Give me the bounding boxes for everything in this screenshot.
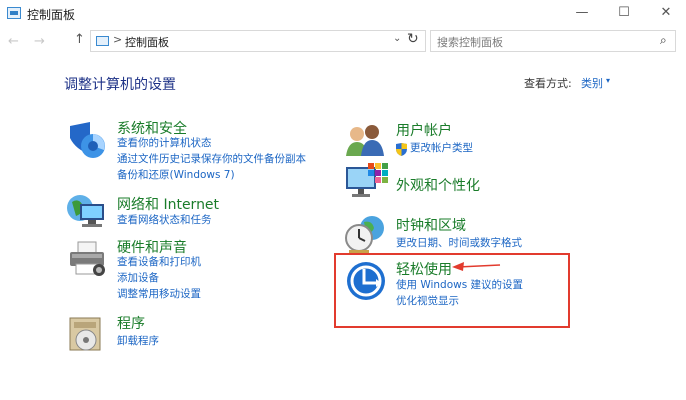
link-mobility-settings[interactable]: 调整常用移动设置 (117, 286, 201, 302)
page-title: 调整计算机的设置 (64, 77, 176, 93)
category-network-internet[interactable]: 网络和 Internet (117, 194, 219, 214)
maximize-button[interactable]: ☐ (612, 4, 636, 22)
window-title: 控制面板 (27, 8, 76, 22)
link-uninstall-program[interactable]: 卸载程序 (117, 333, 159, 349)
category-clock-region[interactable]: 时钟和区域 (396, 215, 466, 235)
up-button[interactable]: ↑ (74, 32, 85, 47)
category-user-accounts[interactable]: 用户帐户 (396, 120, 452, 140)
search-placeholder: 搜索控制面板 (437, 36, 503, 49)
refresh-icon[interactable]: ↻ (407, 31, 419, 47)
printer-icon[interactable] (66, 240, 108, 284)
search-icon[interactable]: ⌕ (660, 33, 667, 48)
link-view-computer-status[interactable]: 查看你的计算机状态 (117, 135, 212, 151)
forward-button[interactable]: → (34, 34, 45, 49)
breadcrumb-control-panel[interactable]: 控制面板 (125, 34, 169, 50)
uac-shield-icon (396, 141, 407, 160)
link-change-date-time-format[interactable]: 更改日期、时间或数字格式 (396, 235, 522, 251)
view-by-dropdown[interactable]: 类别 (581, 75, 603, 91)
link-add-device[interactable]: 添加设备 (117, 270, 159, 286)
program-disc-icon[interactable] (66, 314, 106, 358)
shield-icon[interactable] (66, 120, 108, 166)
back-button[interactable]: ← (8, 34, 19, 49)
minimize-button[interactable]: — (570, 4, 594, 22)
category-appearance-personalization[interactable]: 外观和个性化 (396, 175, 480, 195)
breadcrumb-separator[interactable]: > (113, 33, 122, 46)
address-control-panel-icon (96, 36, 109, 46)
control-panel-icon (7, 7, 21, 19)
link-file-history-backup[interactable]: 通过文件历史记录保存你的文件备份副本 (117, 151, 306, 167)
users-icon[interactable] (344, 122, 386, 164)
link-change-account-type[interactable]: 更改帐户类型 (410, 140, 473, 156)
arrow-left-icon (452, 262, 501, 271)
view-by-label: 查看方式: (524, 77, 572, 90)
monitor-palette-icon[interactable] (344, 163, 388, 205)
link-backup-restore[interactable]: 备份和还原(Windows 7) (117, 167, 235, 183)
network-globe-icon[interactable] (66, 192, 108, 236)
category-programs[interactable]: 程序 (117, 313, 145, 333)
link-devices-printers[interactable]: 查看设备和打印机 (117, 254, 201, 270)
chevron-down-icon[interactable]: ▾ (606, 76, 610, 85)
clock-globe-icon[interactable] (344, 214, 386, 258)
address-dropdown-icon[interactable]: ⌄ (393, 33, 401, 44)
link-network-status-tasks[interactable]: 查看网络状态和任务 (117, 212, 212, 228)
close-button[interactable]: ✕ (654, 4, 678, 22)
